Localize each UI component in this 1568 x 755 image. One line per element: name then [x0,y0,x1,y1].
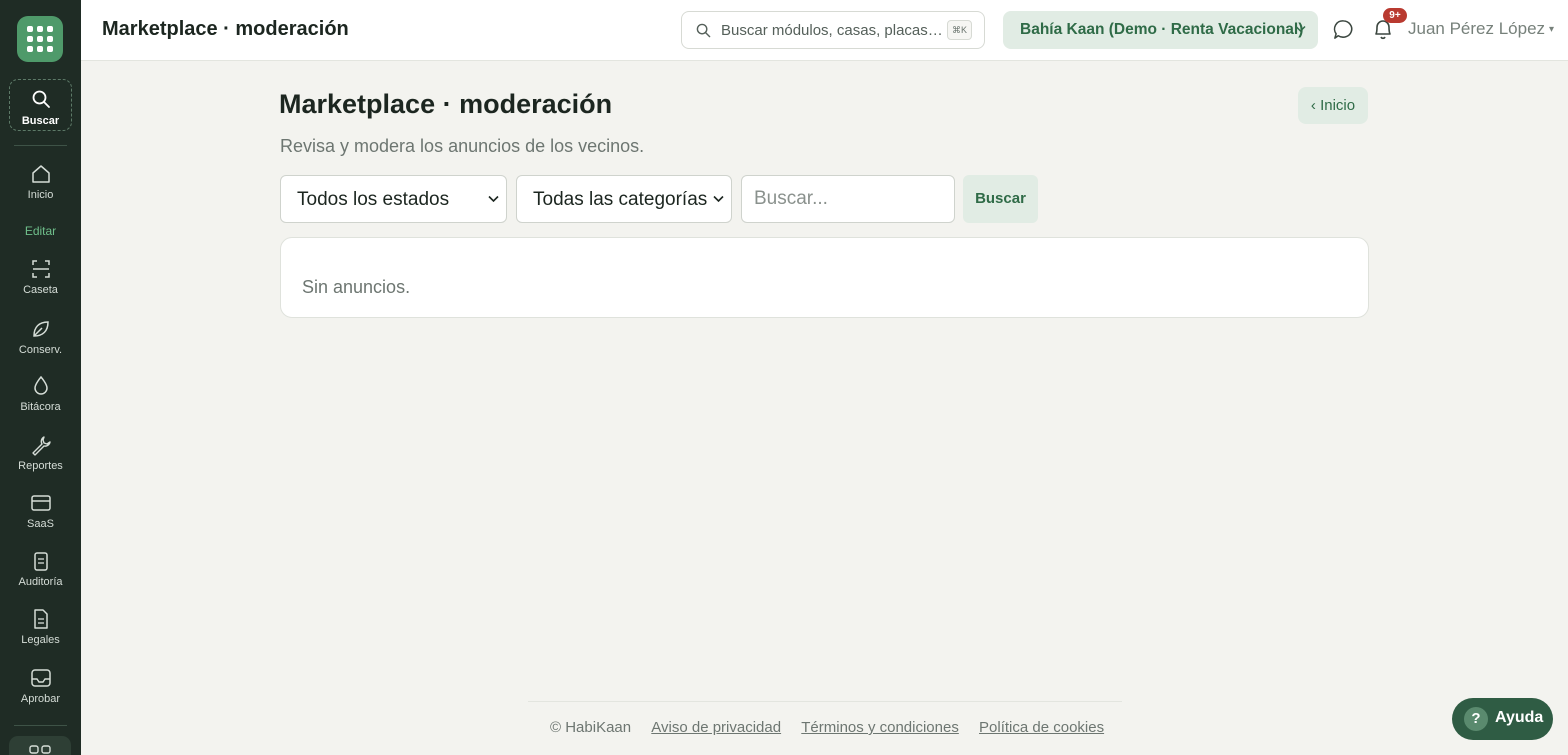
sidebar-item-reportes[interactable]: Reportes [0,434,81,472]
chat-bubble-icon [1333,20,1353,39]
sidebar-item-caseta[interactable]: Caseta [0,258,81,296]
sidebar-item-label: Reportes [18,460,63,472]
sidebar-item-label: Legales [21,634,60,646]
chevron-down-icon [713,195,724,203]
help-label: Ayuda [1495,709,1544,726]
question-icon: ? [1464,707,1488,731]
help-button[interactable]: ? Ayuda [1452,698,1553,740]
topbar: Marketplace · moderación Buscar módulos,… [81,0,1568,61]
app-logo-icon[interactable] [17,16,63,62]
listing-search-input[interactable] [741,175,955,223]
terms-link[interactable]: Términos y condiciones [801,719,959,736]
global-search-placeholder: Buscar módulos, casas, placas… [721,22,943,39]
sidebar-item-label: Caseta [23,284,58,296]
sidebar-section-editar[interactable]: Editar [0,224,81,238]
sidebar: Buscar Inicio Editar Caseta Conserv. Bit… [0,0,81,755]
page-subtitle: Revisa y modera los anuncios de los veci… [280,136,645,156]
sidebar-item-auditoria[interactable]: Auditoría [0,550,81,588]
chevron-down-icon [1295,25,1306,33]
cookies-link[interactable]: Política de cookies [979,719,1104,736]
wrench-icon [31,436,51,456]
page-title: Marketplace · moderación [279,89,613,119]
sidebar-item-label: Conserv. [18,344,63,356]
messages-button[interactable] [1332,18,1355,46]
privacy-link[interactable]: Aviso de privacidad [651,719,781,736]
sidebar-item-label: Aprobar [20,693,61,705]
sidebar-divider [14,725,67,726]
chevron-down-icon [488,195,499,203]
footer-divider [528,701,1122,702]
sidebar-search-label: Buscar [21,115,60,127]
back-to-home-button[interactable]: ‹ Inicio [1298,87,1368,124]
document-icon [33,609,48,629]
status-filter-select[interactable]: Todos los estados [280,175,507,223]
sidebar-item-inicio[interactable]: Inicio [0,163,81,201]
shortcut-hint: ⌘K [947,20,972,40]
sidebar-item-label: Inicio [27,189,54,201]
drop-icon [33,375,48,395]
sidebar-item-label: Auditoría [18,576,63,588]
listings-card: Sin anuncios. [280,237,1369,318]
organization-select[interactable]: Bahía Kaan (Demo · Renta Vacacional) [1003,11,1318,49]
status-filter-value: Todos los estados [297,189,450,210]
caret-down-icon: ▾ [1549,24,1555,35]
footer-copyright: © HabiKaan [550,719,632,736]
organization-name: Bahía Kaan (Demo · Renta Vacacional) [1020,21,1304,38]
leaf-icon [32,321,49,337]
sidebar-item-aprobar[interactable]: Aprobar [0,667,81,705]
user-menu[interactable]: Juan Pérez López ▾ [1408,19,1554,39]
notifications-badge: 9+ [1383,8,1407,23]
empty-state-message: Sin anuncios. [302,277,411,297]
sidebar-search-button[interactable]: Buscar [9,79,72,131]
home-icon [31,165,50,183]
footer: © HabiKaan Aviso de privacidad Términos … [550,719,1104,736]
sidebar-item-legales[interactable]: Legales [0,608,81,646]
sidebar-item-label: Bitácora [20,401,61,413]
search-icon [32,90,50,108]
sidebar-item-conserv[interactable]: Conserv. [0,318,81,356]
inbox-icon [30,669,51,687]
search-button[interactable]: Buscar [963,175,1038,223]
global-search-input[interactable]: Buscar módulos, casas, placas… ⌘K [681,11,985,49]
user-name: Juan Pérez López [1408,19,1546,38]
card-icon [30,495,51,511]
scan-icon [31,260,50,278]
sidebar-item-saas[interactable]: SaaS [0,492,81,530]
sidebar-item-label: SaaS [27,518,54,530]
search-icon [696,23,711,38]
clipboard-icon [33,552,48,571]
panels-icon [29,745,51,754]
sidebar-divider [14,145,67,146]
sidebar-collapse-button[interactable] [9,736,71,755]
header-title: Marketplace · moderación [102,18,349,40]
category-filter-value: Todas las categorías [533,189,708,210]
sidebar-item-bitacora[interactable]: Bitácora [0,375,81,413]
category-filter-select[interactable]: Todas las categorías [516,175,732,223]
